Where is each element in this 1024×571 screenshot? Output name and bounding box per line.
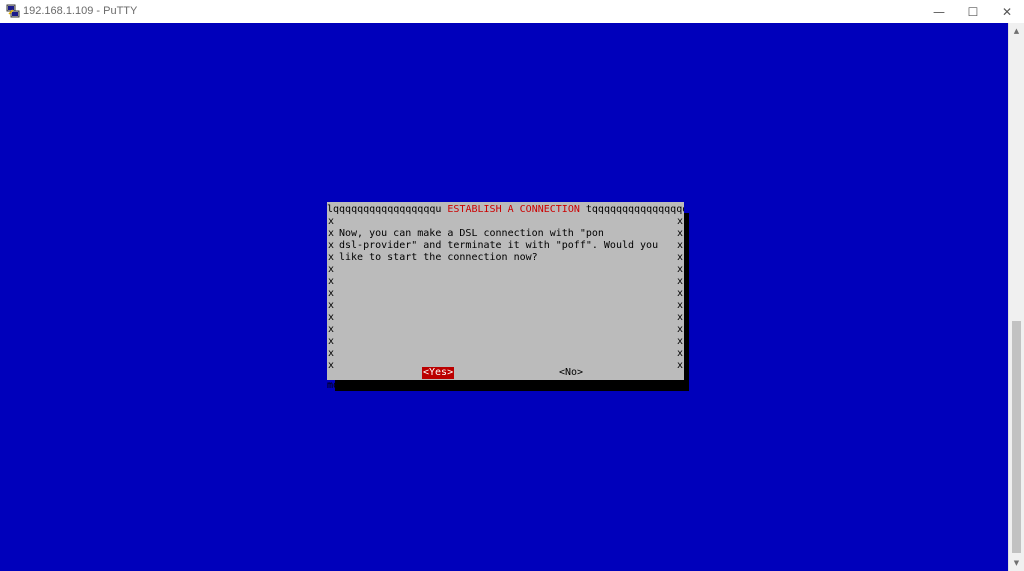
yes-button[interactable]: <Yes> — [422, 367, 455, 379]
left-border-char: x — [328, 252, 335, 263]
left-border-char: x — [328, 216, 335, 227]
dialog-text-line: dsl-provider" and terminate it with "pof… — [339, 240, 659, 251]
dialog-row: x x — [327, 336, 684, 348]
left-border-char: x — [328, 276, 335, 287]
right-border-char: x — [677, 240, 684, 251]
right-border-char: x — [677, 288, 684, 299]
left-border-char: x — [328, 336, 335, 347]
dialog-row: x x — [327, 300, 684, 312]
left-border-char: x — [328, 300, 335, 311]
scroll-up-icon[interactable]: ▲ — [1009, 23, 1024, 39]
dialog-row: x x — [327, 288, 684, 300]
right-border-char: x — [677, 336, 684, 347]
dialog-title: ESTABLISH A CONNECTION — [441, 204, 586, 215]
right-border-char: x — [677, 228, 684, 239]
left-border-char: x — [328, 240, 335, 251]
establish-connection-dialog: lqqqqqqqqqqqqqqqqqu ESTABLISH A CONNECTI… — [327, 202, 684, 391]
minimize-icon: — — [933, 4, 945, 19]
right-border-char: x — [677, 216, 684, 227]
terminal-screen[interactable]: lqqqqqqqqqqqqqqqqqu ESTABLISH A CONNECTI… — [0, 23, 1008, 571]
dialog-row: x dsl-provider" and terminate it with "p… — [327, 240, 684, 252]
dialog-text-line: Now, you can make a DSL connection with … — [339, 228, 604, 239]
top-border-left: lqqqqqqqqqqqqqqqqqu — [327, 204, 442, 215]
left-border-char: x — [328, 264, 335, 275]
dialog-row: x x — [327, 312, 684, 324]
dialog-top-border: lqqqqqqqqqqqqqqqqqu ESTABLISH A CONNECTI… — [327, 204, 684, 216]
maximize-button[interactable]: ☐ — [956, 0, 990, 23]
right-border-char: x — [677, 252, 684, 263]
right-border-char: x — [677, 300, 684, 311]
left-border-char: x — [328, 360, 335, 371]
close-icon: ✕ — [1001, 4, 1013, 19]
dialog-row: x Now, you can make a DSL connection wit… — [327, 228, 684, 240]
dialog-row: x x — [327, 360, 684, 372]
vertical-scrollbar[interactable]: ▲ ▼ — [1008, 23, 1024, 571]
right-border-char: x — [677, 312, 684, 323]
right-border-char: x — [677, 264, 684, 275]
dialog-row: x x — [327, 264, 684, 276]
maximize-icon: ☐ — [967, 4, 979, 19]
minimize-button[interactable]: — — [922, 0, 956, 23]
right-border-char: x — [677, 276, 684, 287]
window-title: 192.168.1.109 - PuTTY — [23, 5, 138, 17]
no-button[interactable]: <No> — [559, 367, 583, 379]
top-border-right: tqqqqqqqqqqqqqqqqqk — [585, 204, 684, 215]
scroll-down-icon[interactable]: ▼ — [1009, 555, 1024, 571]
dialog-row: x x — [327, 276, 684, 288]
left-border-char: x — [328, 228, 335, 239]
dialog-row: x like to start the connection now? x — [327, 252, 684, 264]
window-titlebar: 192.168.1.109 - PuTTY — ☐ ✕ — [0, 0, 1024, 24]
left-border-char: x — [328, 348, 335, 359]
close-button[interactable]: ✕ — [990, 0, 1024, 23]
left-border-char: x — [328, 324, 335, 335]
left-border-char: x — [328, 312, 335, 323]
right-border-char: x — [677, 324, 684, 335]
dialog-bottom-border: mqqqqqqqqqqqqqqqqqqqqqqqqqqqqqqqqqqqqqqq… — [327, 380, 684, 391]
dialog-row: x x — [327, 216, 684, 228]
right-border-char: x — [677, 360, 684, 371]
dialog-text-line: like to start the connection now? — [339, 252, 538, 263]
scrollbar-thumb[interactable] — [1012, 321, 1021, 553]
right-border-char: x — [677, 348, 684, 359]
putty-app-icon[interactable] — [6, 4, 20, 18]
dialog-row: x x — [327, 324, 684, 336]
dialog-row: x x — [327, 348, 684, 360]
left-border-char: x — [328, 288, 335, 299]
